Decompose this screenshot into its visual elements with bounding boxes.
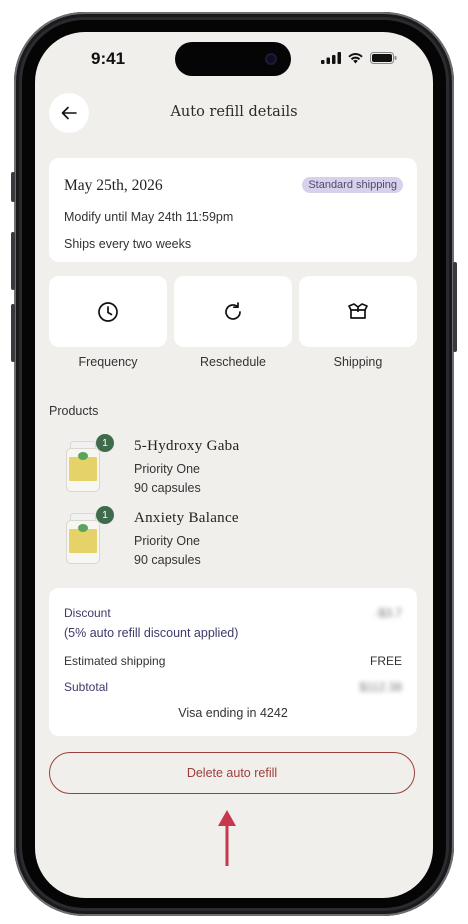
product-item[interactable]: 1 5-Hydroxy Gaba Priority One 90 capsule… (49, 434, 417, 500)
action-button (11, 172, 15, 202)
frequency-button[interactable] (49, 276, 167, 347)
bottle-label (69, 529, 97, 553)
delete-auto-refill-button[interactable]: Delete auto refill (49, 752, 415, 794)
shipping-label: Shipping (333, 355, 383, 369)
wifi-icon (348, 53, 363, 64)
frequency-text: Ships every two weeks (64, 237, 192, 251)
bottle-logo (78, 524, 88, 532)
product-image (65, 442, 101, 492)
discount-value: -$3.7 (374, 606, 402, 620)
products-heading: Products (49, 404, 99, 418)
volume-up-button (11, 232, 15, 290)
refresh-icon (225, 301, 241, 320)
product-name: 5-Hydroxy Gaba (134, 438, 240, 454)
reschedule-label: Reschedule (199, 355, 266, 369)
discount-row: Discount -$3.7 (64, 606, 402, 620)
bottle-label (69, 457, 97, 481)
product-quantity: 90 capsules (134, 553, 201, 567)
subtotal-label: Subtotal (64, 680, 109, 694)
box-icon (348, 302, 368, 319)
quantity-badge: 1 (96, 434, 114, 452)
subtotal-row: Subtotal $112.38 (64, 680, 402, 694)
clock-icon (98, 301, 118, 322)
order-summary-card: Discount -$3.7 (5% auto refill discount … (49, 588, 417, 736)
shipping-value: FREE (369, 654, 402, 668)
frequency-label: Frequency (78, 355, 138, 369)
shipping-row: Estimated shipping FREE (64, 654, 402, 668)
discount-note-row: (5% auto refill discount applied) (64, 626, 402, 640)
shipping-badge: Standard shipping (302, 177, 403, 193)
app-screen: 9:41 Auto refill details May 25th, 2026 … (35, 32, 433, 898)
product-brand: Priority One (134, 462, 200, 476)
discount-note: (5% auto refill discount applied) (64, 626, 239, 640)
quantity-badge: 1 (96, 506, 114, 524)
modify-deadline: Modify until May 24th 11:59pm (64, 210, 234, 224)
volume-down-button (11, 304, 15, 362)
payment-method: Visa ending in 4242 (178, 706, 288, 720)
annotation-arrow-icon (218, 810, 236, 866)
reschedule-button[interactable] (174, 276, 292, 347)
page-title: Auto refill details (170, 104, 298, 120)
bottle-logo (78, 452, 88, 460)
status-time: 9:41 (91, 49, 126, 68)
front-camera (265, 53, 277, 65)
cellular-signal-icon (321, 52, 341, 64)
discount-label: Discount (64, 606, 111, 620)
refill-date-card: May 25th, 2026 Standard shipping Modify … (49, 158, 417, 262)
battery-icon (370, 52, 397, 64)
product-item[interactable]: 1 Anxiety Balance Priority One 90 capsul… (49, 506, 417, 572)
shipping-button[interactable] (299, 276, 417, 347)
shipping-label-text: Estimated shipping (64, 654, 166, 668)
refill-date: May 25th, 2026 (64, 177, 163, 194)
product-name: Anxiety Balance (134, 510, 239, 526)
status-icons (321, 52, 397, 64)
dynamic-island (175, 42, 291, 76)
product-quantity: 90 capsules (134, 481, 201, 495)
product-image (65, 514, 101, 564)
subtotal-value: $112.38 (359, 680, 403, 694)
power-button (453, 262, 457, 352)
product-brand: Priority One (134, 534, 200, 548)
